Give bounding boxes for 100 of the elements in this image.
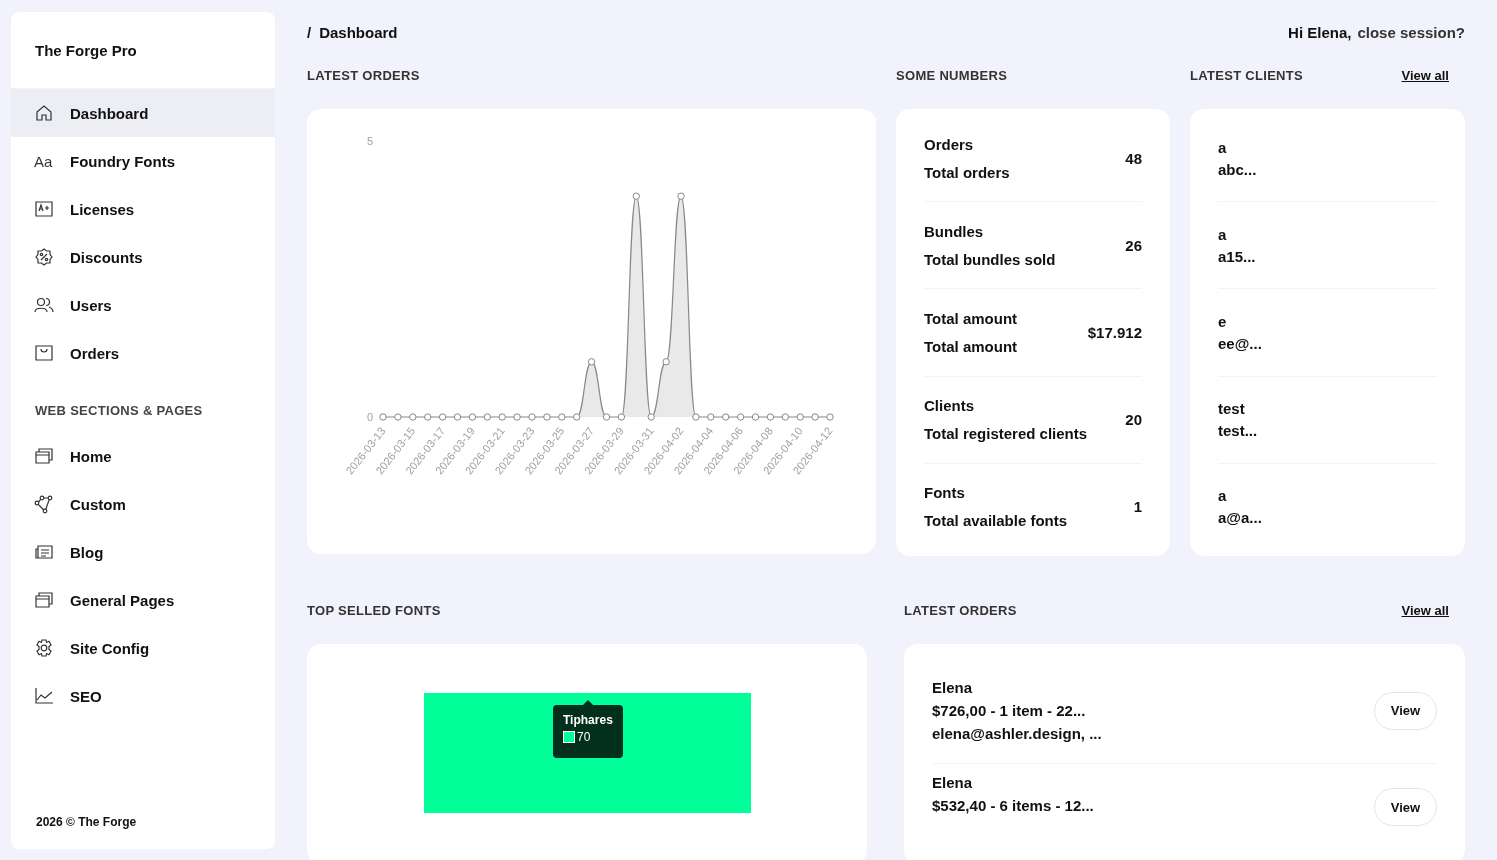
order-email: elena@ashler.design, ... (932, 725, 1102, 742)
data-point (498, 413, 506, 421)
stat-label: Total bundles sold (924, 250, 1056, 268)
data-point (617, 413, 626, 421)
client-name: a (1218, 225, 1228, 243)
home-icon (34, 103, 54, 123)
order-summary: $726,00 - 1 item - 22... (932, 702, 1087, 719)
stat-value: 48 (1125, 149, 1142, 167)
nav-item[interactable]: SEO (11, 672, 275, 720)
axis-label: 5 (366, 135, 373, 147)
data-point (409, 413, 417, 421)
stat-label: Total orders (924, 163, 1010, 181)
view-all-link[interactable]: View all (1401, 602, 1449, 618)
section-heading: TOP SELLED FONTS (307, 602, 441, 618)
data-point (513, 413, 521, 421)
data-point (483, 413, 491, 421)
data-point (796, 413, 804, 421)
client-name: a (1218, 138, 1228, 156)
greeting: Hi Elena, (1288, 24, 1352, 41)
nav-item[interactable]: Licenses (11, 185, 275, 233)
stat-value: 1 (1133, 498, 1142, 516)
certificate-icon (34, 199, 54, 219)
view-button[interactable]: View (1374, 691, 1437, 730)
nav-item[interactable]: Blog (11, 528, 275, 576)
logout-link[interactable]: close session? (1357, 24, 1465, 41)
section-heading: LATEST ORDERS (904, 602, 1017, 618)
breadcrumb-separator: / (307, 24, 312, 41)
client-email: a@a... (1218, 509, 1263, 527)
data-point (543, 413, 551, 421)
section-title: WEB SECTIONS & PAGES (35, 403, 204, 418)
stat-value: 26 (1125, 236, 1142, 254)
tooltip-title: Tiphares (563, 713, 613, 727)
stat-label: Total available fonts (924, 512, 1068, 530)
windows-icon (34, 590, 54, 610)
nav-item[interactable]: Custom (11, 480, 275, 528)
section-heading: LATEST ORDERS (307, 67, 420, 83)
data-point (736, 413, 745, 421)
nav-item[interactable]: Home (11, 432, 275, 480)
client-name: test (1218, 400, 1246, 418)
data-point (438, 413, 447, 421)
copyright: 2026 © The Forge (35, 815, 138, 831)
client-email: a15... (1218, 247, 1257, 265)
data-point (677, 192, 685, 200)
stat-label: Total registered clients (924, 425, 1088, 443)
data-point (573, 413, 581, 421)
nav-item[interactable]: Discounts (11, 233, 275, 281)
data-point (781, 413, 789, 421)
data-point (468, 413, 477, 421)
client-email: test... (1218, 422, 1259, 440)
data-point (587, 358, 596, 366)
order-summary: $532,40 - 6 items - 12... (932, 797, 1094, 814)
chart-icon (34, 686, 54, 706)
windows-icon (34, 446, 54, 466)
stat-title: Clients (924, 397, 975, 415)
stat-value: $17.912 (1087, 324, 1142, 341)
section-heading: SOME NUMBERS (896, 67, 1008, 83)
data-point (632, 192, 640, 200)
data-point (811, 413, 819, 421)
data-point (558, 413, 566, 421)
client-name: e (1218, 313, 1228, 330)
data-point (766, 413, 775, 421)
nav-item[interactable]: Users (11, 281, 275, 329)
data-point (707, 413, 715, 421)
data-point (826, 413, 834, 421)
nav-item[interactable]: Orders (11, 329, 275, 377)
stat-title: Orders (924, 135, 975, 153)
client-email: abc... (1218, 160, 1258, 178)
order-customer: Elena (932, 774, 974, 791)
stat-title: Total amount (924, 310, 1018, 327)
data-point (722, 413, 730, 421)
font-icon: Aa (34, 152, 54, 170)
data-point (453, 413, 462, 421)
legend-swatch (563, 731, 575, 743)
article-icon (34, 542, 54, 562)
bag-icon (34, 343, 54, 363)
nav-item[interactable]: Dashboard (11, 89, 275, 137)
discount-icon (34, 247, 54, 267)
section-heading: LATEST CLIENTS (1190, 67, 1303, 83)
client-email: ee@... (1218, 335, 1263, 352)
data-point (394, 413, 402, 421)
data-point (424, 413, 432, 421)
data-point (662, 358, 670, 366)
axis-label: 0 (366, 411, 373, 423)
data-point (528, 413, 536, 421)
stat-title: Bundles (924, 222, 985, 240)
data-point (602, 413, 611, 421)
data-point (647, 413, 655, 421)
brand-name: The Forge Pro (35, 41, 137, 59)
nav-item[interactable]: Aa Foundry Fonts (11, 137, 275, 185)
data-point (692, 413, 700, 421)
data-point (751, 413, 760, 421)
stat-label: Total amount (924, 338, 1018, 355)
nav-item[interactable]: Site Config (11, 624, 275, 672)
view-button[interactable]: View (1374, 788, 1437, 826)
tooltip-value: 70 (577, 730, 591, 744)
order-customer: Elena (932, 679, 974, 696)
settings-icon (34, 638, 54, 658)
nav-item[interactable]: General Pages (11, 576, 275, 624)
view-all-link[interactable]: View all (1401, 67, 1449, 83)
data-point (379, 413, 387, 421)
